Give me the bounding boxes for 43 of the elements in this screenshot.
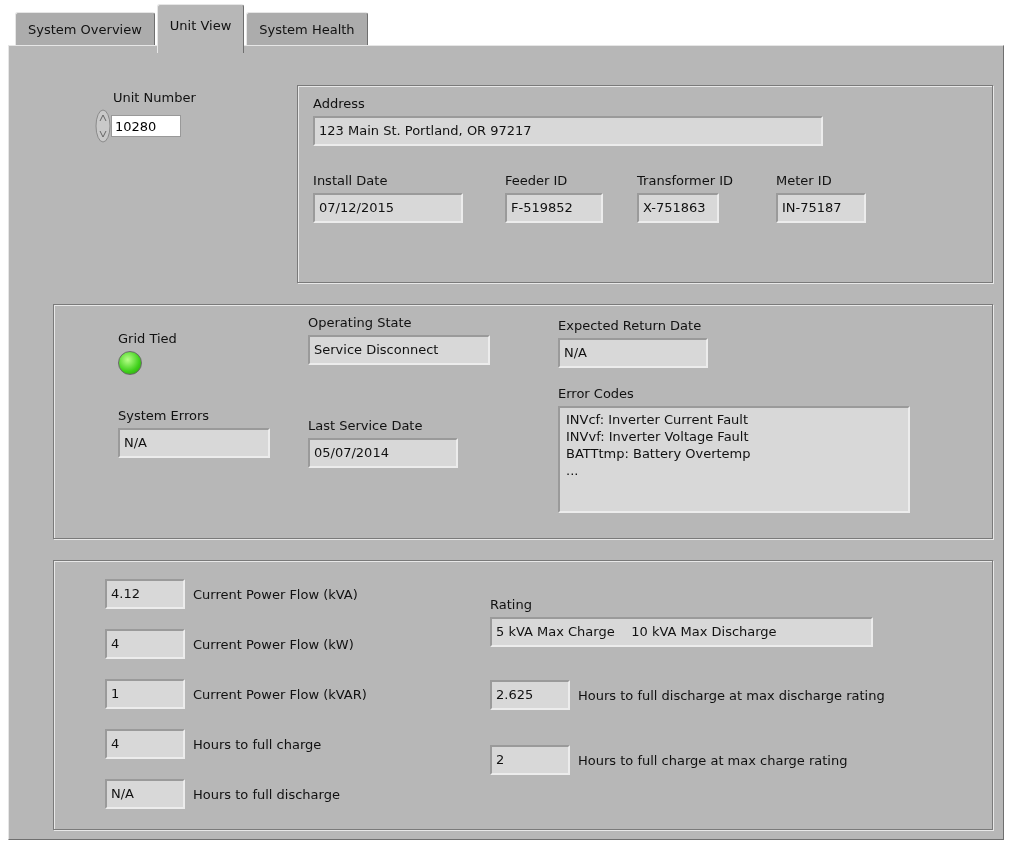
field-label: Current Power Flow (kVA) bbox=[193, 586, 358, 602]
field-label: Current Power Flow (kVAR) bbox=[193, 686, 367, 702]
field-label: Hours to full discharge bbox=[193, 786, 340, 802]
field-label: Hours to full charge bbox=[193, 736, 322, 752]
value-field: 07/12/2015 bbox=[313, 193, 464, 223]
grid-tied-label: Grid Tied bbox=[118, 331, 178, 346]
error-codes-list: INVcf: Inverter Current Fault INVvf: Inverter Voltage Fault BATTtmp: Battery Overtemp ... bbox=[558, 406, 910, 513]
rating-field: 5 kVA Max Charge 10 kVA Max Discharge bbox=[490, 617, 873, 647]
field-label: Feeder ID bbox=[505, 173, 569, 188]
unit-number-label: Unit Number bbox=[113, 90, 197, 105]
value-field: N/A bbox=[118, 428, 270, 458]
spinner-arrows-icon[interactable] bbox=[95, 109, 111, 143]
value-field: IN-75187 bbox=[776, 193, 867, 223]
value-field: Service Disconnect bbox=[308, 335, 490, 365]
field-label: Install Date bbox=[313, 173, 389, 188]
value-field: N/A bbox=[558, 338, 708, 368]
value-field: 4 bbox=[105, 629, 185, 659]
error-codes-label: Error Codes bbox=[558, 386, 635, 401]
rating-label: Rating bbox=[490, 597, 533, 612]
value-field: 2.625 bbox=[490, 680, 570, 710]
field-label: Meter ID bbox=[776, 173, 833, 188]
value-field: N/A bbox=[105, 779, 185, 809]
field-label: Hours to full discharge at max discharge rating bbox=[578, 687, 885, 703]
tab[interactable]: Unit View bbox=[156, 4, 245, 53]
field-label: Expected Return Date bbox=[558, 318, 703, 333]
value-field: F-519852 bbox=[505, 193, 604, 223]
value-field: 4 bbox=[105, 729, 185, 759]
value-field: 4.12 bbox=[105, 579, 185, 609]
field-label: Hours to full charge at max charge rating bbox=[578, 752, 848, 768]
field-label: Transformer ID bbox=[637, 173, 734, 188]
field-label: System Errors bbox=[118, 408, 211, 423]
value-field: 05/07/2014 bbox=[308, 438, 458, 468]
value-field: X-751863 bbox=[637, 193, 720, 223]
value-field: 1 bbox=[105, 679, 185, 709]
address-label: Address bbox=[313, 96, 366, 111]
tab[interactable]: System Overview bbox=[15, 12, 155, 45]
field-label: Last Service Date bbox=[308, 418, 424, 433]
tab[interactable]: System Health bbox=[246, 12, 368, 45]
value-field: 2 bbox=[490, 745, 570, 775]
address-field: 123 Main St. Portland, OR 97217 bbox=[313, 116, 824, 146]
unit-number-input[interactable]: 10280 bbox=[111, 115, 181, 137]
field-label: Current Power Flow (kW) bbox=[193, 636, 354, 652]
field-label: Operating State bbox=[308, 315, 413, 330]
